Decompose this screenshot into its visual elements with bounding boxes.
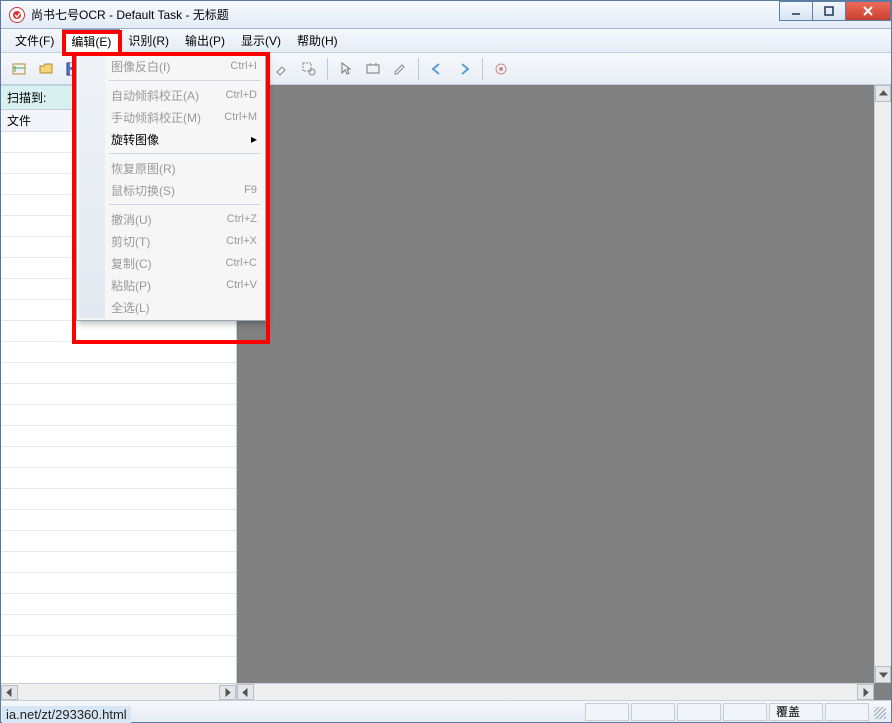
grid-row xyxy=(1,510,236,531)
mi-paste[interactable]: 粘贴(P)Ctrl+V xyxy=(79,274,263,296)
viewport-vscroll[interactable] xyxy=(874,85,891,683)
menu-separator xyxy=(109,80,261,81)
pencil-tool-button[interactable] xyxy=(388,57,412,81)
menu-separator xyxy=(109,204,261,205)
toolbar-separator xyxy=(327,58,328,80)
image-viewport xyxy=(237,85,891,700)
menu-edit[interactable]: 编辑(E) xyxy=(62,29,120,52)
status-cell-1 xyxy=(585,703,629,721)
grid-row xyxy=(1,384,236,405)
grid-row xyxy=(1,321,236,342)
prev-button[interactable] xyxy=(425,57,449,81)
zoom-select-button[interactable] xyxy=(297,57,321,81)
mi-auto-deskew[interactable]: 自动倾斜校正(A)Ctrl+D xyxy=(79,84,263,106)
clear-button[interactable] xyxy=(270,57,294,81)
next-button[interactable] xyxy=(452,57,476,81)
maximize-button[interactable] xyxy=(812,1,846,21)
scroll-track[interactable] xyxy=(254,684,857,700)
menu-recognize[interactable]: 识别(R) xyxy=(120,29,177,52)
menu-file[interactable]: 文件(F) xyxy=(7,29,62,52)
mi-invert-image[interactable]: 图像反白(I)Ctrl+I xyxy=(79,55,263,77)
menu-output[interactable]: 输出(P) xyxy=(177,29,233,52)
grid-row xyxy=(1,405,236,426)
menu-view[interactable]: 显示(V) xyxy=(233,29,289,52)
open-button[interactable] xyxy=(34,57,58,81)
status-cell-4 xyxy=(723,703,767,721)
grid-row xyxy=(1,426,236,447)
viewport-hscroll[interactable] xyxy=(237,683,874,700)
status-cell-5 xyxy=(825,703,869,721)
minimize-button[interactable] xyxy=(779,1,813,21)
menu-bar: 文件(F) 编辑(E) 识别(R) 输出(P) 显示(V) 帮助(H) xyxy=(1,29,891,53)
scroll-down-icon[interactable] xyxy=(875,666,891,683)
mi-restore-image[interactable]: 恢复原图(R) xyxy=(79,157,263,179)
canvas[interactable] xyxy=(237,85,891,683)
scan-button[interactable] xyxy=(7,57,31,81)
menu-help[interactable]: 帮助(H) xyxy=(289,29,346,52)
window-title: 尚书七号OCR - Default Task - 无标题 xyxy=(31,6,229,23)
status-cell-3 xyxy=(677,703,721,721)
mi-undo[interactable]: 撤消(U)Ctrl+Z xyxy=(79,208,263,230)
title-bar: 尚书七号OCR - Default Task - 无标题 xyxy=(1,1,891,29)
submenu-arrow-icon: ▸ xyxy=(251,132,257,146)
mi-rotate-image[interactable]: 旋转图像▸ xyxy=(79,128,263,150)
grid-row xyxy=(1,594,236,615)
scroll-left-icon[interactable] xyxy=(237,684,254,700)
grid-row xyxy=(1,573,236,594)
target-button[interactable] xyxy=(489,57,513,81)
grid-row xyxy=(1,447,236,468)
footer-url-fragment: ia.net/zt/293360.html xyxy=(2,706,131,723)
pointer-tool-button[interactable] xyxy=(334,57,358,81)
grid-row xyxy=(1,363,236,384)
region-tool-button[interactable] xyxy=(361,57,385,81)
mi-copy[interactable]: 复制(C)Ctrl+C xyxy=(79,252,263,274)
grid-row xyxy=(1,552,236,573)
grid-row xyxy=(1,636,236,657)
grid-row xyxy=(1,489,236,510)
mi-cut[interactable]: 剪切(T)Ctrl+X xyxy=(79,230,263,252)
grid-row xyxy=(1,531,236,552)
window-controls xyxy=(780,1,891,21)
status-cell-2 xyxy=(631,703,675,721)
status-bar: 覆盖 xyxy=(1,700,891,722)
toolbar-separator xyxy=(418,58,419,80)
toolbar-separator xyxy=(482,58,483,80)
scroll-track[interactable] xyxy=(18,685,219,700)
app-icon xyxy=(9,7,25,23)
scroll-right-icon[interactable] xyxy=(857,684,874,700)
grid-row xyxy=(1,468,236,489)
mi-manual-deskew[interactable]: 手动倾斜校正(M)Ctrl+M xyxy=(79,106,263,128)
edit-menu-dropdown: 图像反白(I)Ctrl+I 自动倾斜校正(A)Ctrl+D 手动倾斜校正(M)C… xyxy=(76,52,266,321)
grid-row xyxy=(1,342,236,363)
grid-row xyxy=(1,615,236,636)
mi-toggle-mouse[interactable]: 鼠标切换(S)F9 xyxy=(79,179,263,201)
scroll-track[interactable] xyxy=(875,102,891,666)
resize-grip-icon[interactable] xyxy=(871,704,887,720)
scroll-up-icon[interactable] xyxy=(875,85,891,102)
close-button[interactable] xyxy=(845,1,891,21)
menu-separator xyxy=(109,153,261,154)
scroll-left-icon[interactable] xyxy=(1,685,18,700)
file-panel-hscroll[interactable] xyxy=(1,683,236,700)
mi-select-all[interactable]: 全选(L) xyxy=(79,296,263,318)
scroll-right-icon[interactable] xyxy=(219,685,236,700)
status-overwrite: 覆盖 xyxy=(769,703,823,721)
